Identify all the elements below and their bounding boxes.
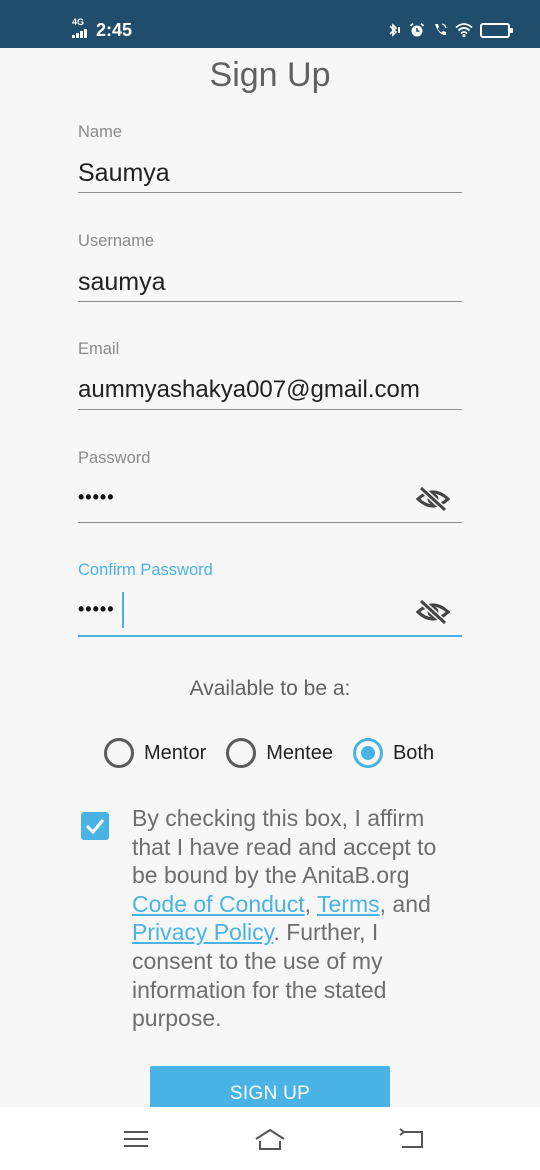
name-field[interactable]: Name Saumya: [78, 123, 462, 195]
password-label: Password: [78, 449, 151, 467]
bluetooth-vibrate-icon: [389, 23, 400, 37]
menu-icon[interactable]: [120, 1123, 152, 1155]
agreement-text: By checking this box, I affirm that I ha…: [132, 804, 462, 1033]
network-type: 4G: [72, 17, 85, 27]
battery-percent: 79: [490, 25, 500, 35]
username-input[interactable]: saumya: [78, 268, 166, 297]
home-icon[interactable]: [254, 1123, 286, 1155]
agreement-separator: ,: [304, 890, 317, 917]
email-label: Email: [78, 340, 120, 358]
text-cursor: [122, 592, 124, 628]
email-underline: [78, 409, 462, 410]
wifi-icon: [455, 23, 473, 38]
availability-radio-group: Mentor Mentee Both: [104, 737, 454, 769]
username-label: Username: [78, 232, 155, 250]
email-field[interactable]: Email aummyashakya007@gmail.com: [78, 340, 462, 412]
radio-label-mentee: Mentee: [266, 741, 333, 764]
name-input[interactable]: Saumya: [78, 159, 170, 188]
visibility-off-icon[interactable]: [416, 599, 450, 625]
radio-label-mentor: Mentor: [144, 741, 207, 764]
radio-button-mentee[interactable]: [226, 738, 257, 768]
radio-label-both: Both: [392, 741, 435, 764]
status-icons: 79: [386, 20, 513, 40]
back-icon[interactable]: [396, 1123, 428, 1155]
radio-option-both[interactable]: Both: [352, 738, 435, 768]
cellular-signal-icon: 4G: [72, 17, 92, 39]
agreement-separator: , and: [379, 890, 431, 917]
wifi-calling-icon: [435, 23, 447, 36]
confirm-password-input[interactable]: •••••: [78, 599, 115, 620]
radio-button-mentor[interactable]: [104, 738, 134, 768]
availability-heading: Available to be a:: [189, 677, 351, 700]
radio-option-mentee[interactable]: Mentee: [226, 738, 333, 768]
name-label: Name: [78, 123, 123, 141]
radio-button-both[interactable]: [352, 738, 383, 768]
password-underline: [78, 522, 462, 523]
agreement-checkbox[interactable]: [81, 812, 109, 840]
password-field[interactable]: Password •••••: [78, 449, 462, 525]
confirm-password-field[interactable]: Confirm Password •••••: [78, 561, 462, 639]
confirm-password-label: Confirm Password: [78, 561, 213, 579]
name-underline: [78, 192, 462, 193]
status-bar: 4G 2:45 79: [0, 0, 540, 48]
password-input[interactable]: •••••: [78, 487, 115, 508]
username-underline: [78, 301, 462, 302]
visibility-off-icon[interactable]: [416, 486, 450, 512]
navigation-bar: [0, 1107, 540, 1170]
agreement-text-intro: By checking this box, I affirm that I ha…: [132, 805, 437, 889]
username-field[interactable]: Username saumya: [78, 232, 462, 304]
privacy-policy-link[interactable]: Privacy Policy: [132, 919, 273, 945]
email-input[interactable]: aummyashakya007@gmail.com: [78, 376, 420, 404]
radio-option-mentor[interactable]: Mentor: [104, 738, 206, 768]
battery-icon: 79: [480, 22, 513, 38]
terms-link[interactable]: Terms: [317, 891, 380, 917]
confirm-password-underline: [78, 635, 462, 637]
code-of-conduct-link[interactable]: Code of Conduct: [132, 891, 305, 917]
checkmark-icon: [85, 819, 105, 835]
page-title: Sign Up: [209, 56, 331, 94]
status-time: 2:45: [96, 20, 133, 40]
alarm-icon: [409, 22, 425, 37]
